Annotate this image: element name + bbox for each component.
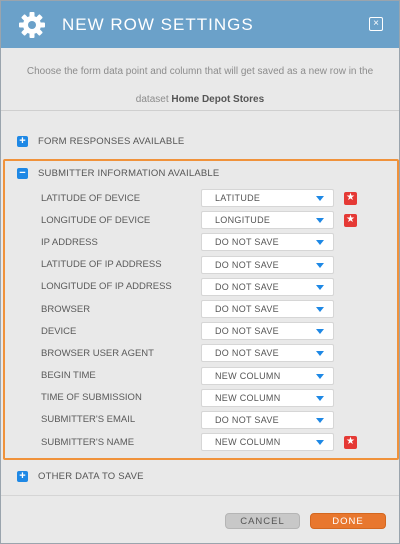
dialog-header: NEW ROW SETTINGS × bbox=[1, 1, 399, 48]
cancel-button[interactable]: CANCEL bbox=[225, 513, 300, 529]
star-icon: ★ bbox=[344, 191, 357, 205]
column-select-value: DO NOT SAVE bbox=[215, 237, 279, 248]
field-label: BROWSER bbox=[41, 303, 91, 315]
column-select[interactable]: DO NOT SAVE bbox=[201, 255, 334, 274]
field-row: SUBMITTER'S EMAIL DO NOT SAVE bbox=[5, 409, 397, 431]
column-select-value: LONGITUDE bbox=[215, 215, 271, 226]
caret-down-icon bbox=[316, 262, 324, 268]
description-dataset-word: dataset bbox=[135, 94, 169, 105]
field-label: LONGITUDE OF IP ADDRESS bbox=[41, 281, 172, 293]
column-select[interactable]: NEW COLUMN bbox=[201, 388, 334, 407]
submitter-field-list: LATITUDE OF DEVICE LATITUDE ★ LONGITUDE OF … bbox=[5, 187, 397, 453]
dialog-description: Choose the form data point and column th… bbox=[1, 48, 399, 108]
collapse-icon[interactable]: − bbox=[17, 167, 28, 179]
field-row: BROWSER USER AGENT DO NOT SAVE bbox=[5, 342, 397, 364]
field-label: TIME OF SUBMISSION bbox=[41, 392, 142, 404]
caret-down-icon bbox=[316, 351, 324, 357]
caret-down-icon bbox=[316, 440, 324, 446]
column-select-value: NEW COLUMN bbox=[215, 370, 281, 381]
section-submitter-information: − SUBMITTER INFORMATION AVAILABLE LATITU… bbox=[3, 159, 399, 460]
dialog-title: NEW ROW SETTINGS bbox=[62, 14, 254, 34]
footer-divider bbox=[1, 495, 399, 496]
field-label: BROWSER USER AGENT bbox=[41, 347, 154, 359]
caret-down-icon bbox=[316, 240, 324, 246]
caret-down-icon bbox=[316, 373, 324, 379]
caret-down-icon bbox=[316, 329, 324, 335]
column-select-value: DO NOT SAVE bbox=[215, 281, 279, 292]
field-row: LONGITUDE OF DEVICE LONGITUDE ★ bbox=[5, 209, 397, 231]
field-label: SUBMITTER'S NAME bbox=[41, 436, 135, 448]
expand-icon[interactable]: + bbox=[17, 135, 28, 147]
column-select[interactable]: DO NOT SAVE bbox=[201, 410, 334, 429]
column-select-value: LATITUDE bbox=[215, 193, 261, 204]
column-select-value: DO NOT SAVE bbox=[215, 348, 279, 359]
caret-down-icon bbox=[316, 307, 324, 313]
field-label: LATITUDE OF DEVICE bbox=[41, 192, 141, 204]
column-select[interactable]: DO NOT SAVE bbox=[201, 277, 334, 296]
column-select[interactable]: DO NOT SAVE bbox=[201, 300, 334, 319]
column-select[interactable]: NEW COLUMN bbox=[201, 366, 334, 385]
column-select-value: NEW COLUMN bbox=[215, 392, 281, 403]
column-select[interactable]: LATITUDE bbox=[201, 189, 334, 208]
dataset-name: Home Depot Stores bbox=[171, 94, 265, 105]
close-icon[interactable]: × bbox=[369, 17, 383, 31]
section-form-responses-label: FORM RESPONSES AVAILABLE bbox=[38, 135, 185, 147]
column-select[interactable]: LONGITUDE bbox=[201, 211, 334, 230]
column-select-value: DO NOT SAVE bbox=[215, 259, 279, 270]
column-select[interactable]: NEW COLUMN bbox=[201, 433, 334, 452]
field-row: LONGITUDE OF IP ADDRESS DO NOT SAVE bbox=[5, 276, 397, 298]
column-select[interactable]: DO NOT SAVE bbox=[201, 344, 334, 363]
field-label: SUBMITTER'S EMAIL bbox=[41, 414, 136, 426]
star-icon: ★ bbox=[344, 435, 357, 449]
column-select[interactable]: DO NOT SAVE bbox=[201, 233, 334, 252]
field-row: TIME OF SUBMISSION NEW COLUMN bbox=[5, 387, 397, 409]
section-other-data-label: OTHER DATA TO SAVE bbox=[38, 470, 144, 482]
section-submitter-header[interactable]: − SUBMITTER INFORMATION AVAILABLE bbox=[5, 162, 397, 184]
star-icon: ★ bbox=[344, 213, 357, 227]
caret-down-icon bbox=[316, 395, 324, 401]
column-select-value: DO NOT SAVE bbox=[215, 304, 279, 315]
field-label: LATITUDE OF IP ADDRESS bbox=[41, 259, 162, 271]
section-other-data[interactable]: + OTHER DATA TO SAVE bbox=[1, 465, 399, 487]
field-row: BROWSER DO NOT SAVE bbox=[5, 298, 397, 320]
gear-icon bbox=[10, 3, 54, 47]
caret-down-icon bbox=[316, 218, 324, 224]
section-submitter-label: SUBMITTER INFORMATION AVAILABLE bbox=[38, 167, 220, 179]
section-form-responses[interactable]: + FORM RESPONSES AVAILABLE bbox=[1, 130, 399, 152]
caret-down-icon bbox=[316, 284, 324, 290]
field-row: LATITUDE OF DEVICE LATITUDE ★ bbox=[5, 187, 397, 209]
done-button[interactable]: DONE bbox=[310, 513, 386, 529]
column-select-value: NEW COLUMN bbox=[215, 437, 281, 448]
field-row: IP ADDRESS DO NOT SAVE bbox=[5, 231, 397, 253]
column-select-value: DO NOT SAVE bbox=[215, 414, 279, 425]
field-row: DEVICE DO NOT SAVE bbox=[5, 320, 397, 342]
caret-down-icon bbox=[316, 417, 324, 423]
column-select-value: DO NOT SAVE bbox=[215, 326, 279, 337]
field-row: LATITUDE OF IP ADDRESS DO NOT SAVE bbox=[5, 254, 397, 276]
description-line-1: Choose the form data point and column th… bbox=[26, 66, 374, 77]
column-select[interactable]: DO NOT SAVE bbox=[201, 322, 334, 341]
field-row: SUBMITTER'S NAME NEW COLUMN ★ bbox=[5, 431, 397, 453]
field-row: BEGIN TIME NEW COLUMN bbox=[5, 365, 397, 387]
expand-icon[interactable]: + bbox=[17, 470, 28, 482]
caret-down-icon bbox=[316, 196, 324, 202]
field-label: IP ADDRESS bbox=[41, 236, 98, 248]
new-row-settings-dialog: NEW ROW SETTINGS × Choose the form data … bbox=[0, 0, 400, 544]
field-label: BEGIN TIME bbox=[41, 370, 96, 382]
field-label: DEVICE bbox=[41, 325, 77, 337]
field-label: LONGITUDE OF DEVICE bbox=[41, 214, 151, 226]
